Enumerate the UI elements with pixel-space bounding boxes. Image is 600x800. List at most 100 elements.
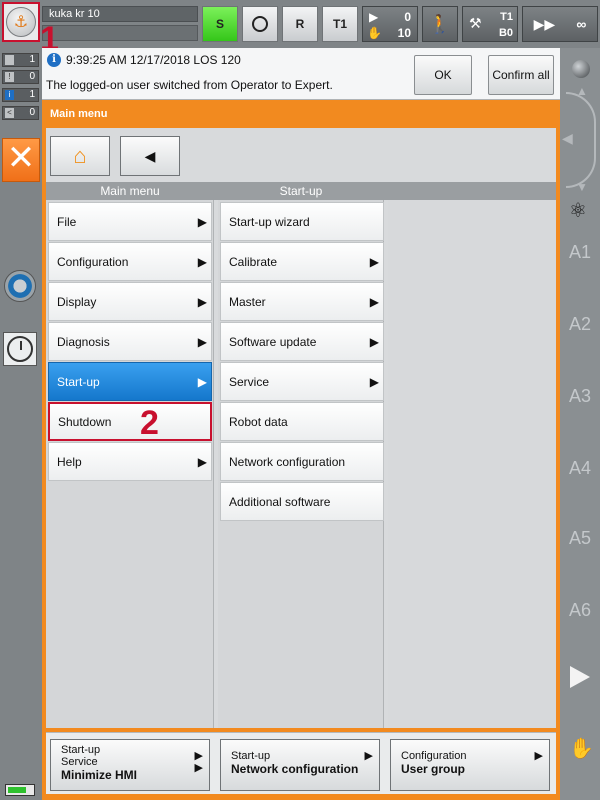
submenu-item-additional-software[interactable]: Additional software — [220, 482, 384, 521]
menu-item-shutdown[interactable]: Shutdown 2 — [48, 402, 212, 441]
message-counter-ack[interactable]: 1 — [2, 53, 39, 67]
submit-interpreter-button[interactable]: S — [202, 6, 238, 42]
axis-label-a5[interactable]: A5 — [560, 528, 600, 549]
jog-override-value: 10 — [397, 26, 411, 40]
message-counter-wait[interactable]: < 0 — [2, 106, 39, 120]
back-arrow-icon: ◀ — [144, 147, 156, 164]
menu-item-diagnosis[interactable]: Diagnosis ▶ — [48, 322, 212, 361]
softkey-minimize-hmi[interactable]: Start-up Service Minimize HMI ▶ ▶ — [50, 739, 210, 791]
ok-button[interactable]: OK — [414, 55, 472, 95]
axis-label-a2[interactable]: A2 — [560, 314, 600, 335]
override-infinity-label: ∞ — [576, 16, 587, 32]
chevron-right-icon: ▶ — [534, 750, 543, 762]
axis-label-a6[interactable]: A6 — [560, 600, 600, 621]
program-override-value: 0 — [404, 10, 411, 24]
submenu-item-label: Robot data — [229, 414, 288, 429]
chevron-right-icon: ▶ ▶ — [194, 750, 203, 774]
softkey-path-label: Service — [61, 756, 98, 768]
wait-message-icon: < — [5, 108, 14, 118]
hand-icon[interactable]: ✋ — [569, 736, 594, 761]
menu-item-label: Diagnosis — [57, 334, 110, 349]
softkey-network-configuration[interactable]: Start-up Network configuration ▶ — [220, 739, 380, 791]
home-button[interactable]: ⌂ — [50, 136, 110, 176]
info-message-icon: i — [5, 90, 14, 100]
close-icon: ✕ — [6, 139, 36, 177]
axis-label-a3[interactable]: A3 — [560, 386, 600, 407]
submenu-item-service[interactable]: Service ▶ — [220, 362, 384, 401]
program-override-button[interactable]: ▶ ✋ 0 10 — [362, 6, 418, 42]
chevron-up-icon: ▲ — [576, 84, 588, 98]
drives-circle-icon — [252, 16, 268, 32]
submenu-item-network-configuration[interactable]: Network configuration — [220, 442, 384, 481]
axis-label-a4[interactable]: A4 — [560, 458, 600, 479]
chevron-right-icon: ▶ — [197, 295, 207, 309]
close-menu-button[interactable]: ✕ — [2, 138, 40, 182]
softkey-bar: Start-up Service Minimize HMI ▶ ▶ Start-u… — [46, 732, 556, 794]
message-text: The logged-on user switched from Operato… — [46, 78, 333, 92]
info-icon: i — [47, 53, 61, 67]
battery-icon — [5, 784, 35, 796]
home-icon: ⌂ — [73, 143, 87, 168]
clock-button[interactable] — [3, 332, 37, 366]
jog-mode-button[interactable]: 🚶 — [422, 6, 458, 42]
top-status-bar: ⚓ kuka kr 10 S R T1 ▶ ✋ 0 10 🚶 ⚒ T1 B0 ▶… — [0, 0, 600, 56]
softkey-action-label: Network configuration — [231, 762, 359, 776]
softkey-path-label: Start-up — [231, 750, 271, 762]
message-counter-info[interactable]: i 1 — [2, 88, 39, 102]
submenu-item-robot-data[interactable]: Robot data — [220, 402, 384, 441]
callout-number-2: 2 — [140, 404, 159, 442]
robot-arm-icon[interactable]: ⚛ — [569, 198, 587, 223]
chevron-right-icon: ▶ — [369, 255, 379, 269]
ack-message-icon — [5, 55, 14, 65]
submenu-item-software-update[interactable]: Software update ▶ — [220, 322, 384, 361]
tool-base-button[interactable]: ⚒ T1 B0 — [462, 6, 518, 42]
robot-status-field — [42, 25, 198, 41]
chevron-right-icon: ▶ — [197, 375, 207, 389]
back-button[interactable]: ◀ — [120, 136, 180, 176]
chevron-right-icon: ▶ — [364, 750, 373, 762]
menu-item-help[interactable]: Help ▶ — [48, 442, 212, 481]
base-label: B0 — [498, 27, 513, 39]
operating-mode-button[interactable]: T1 — [322, 6, 358, 42]
submenu-item-label: Network configuration — [229, 454, 346, 469]
chevron-right-icon: ▶ — [369, 295, 379, 309]
submenu-item-startup-wizard[interactable]: Start-up wizard — [220, 202, 384, 241]
softkey-action-label: Minimize HMI — [61, 768, 138, 782]
gear-icon[interactable] — [4, 270, 36, 302]
submenu-item-master[interactable]: Master ▶ — [220, 282, 384, 321]
softkey-user-group[interactable]: Configuration User group ▶ — [390, 739, 550, 791]
globe-icon[interactable] — [572, 60, 590, 78]
panel-title: Main menu — [50, 108, 108, 120]
kuka-robot-logo-icon: ⚓ — [6, 7, 36, 37]
submenu-item-label: Additional software — [229, 494, 331, 509]
main-menu-logo-button[interactable]: ⚓ — [2, 2, 40, 42]
chevron-right-icon: ▶ — [369, 335, 379, 349]
axis-label-a1[interactable]: A1 — [560, 242, 600, 263]
confirm-all-button[interactable]: Confirm all — [488, 55, 554, 95]
robot-interpreter-button[interactable]: R — [282, 6, 318, 42]
tool-icon: ⚒ — [469, 15, 482, 31]
message-counter-value: 1 — [29, 89, 35, 100]
status-message-icon: ! — [5, 72, 14, 82]
chevron-right-icon: ▶ — [197, 255, 207, 269]
drives-status-button[interactable] — [242, 6, 278, 42]
chevron-right-icon: ▶ — [197, 215, 207, 229]
menu-item-display[interactable]: Display ▶ — [48, 282, 212, 321]
message-counter-status[interactable]: ! 0 — [2, 70, 39, 84]
fast-forward-icon: ▶▶ — [533, 15, 556, 32]
submenu-item-label: Service — [229, 374, 270, 389]
message-counter-value: 0 — [29, 107, 35, 118]
softkey-path-label: Configuration — [401, 750, 467, 762]
submenu-item-label: Software update — [229, 334, 317, 349]
incremental-jog-button[interactable]: ▶▶ ∞ — [522, 6, 598, 42]
menu-item-file[interactable]: File ▶ — [48, 202, 212, 241]
menu-item-startup[interactable]: Start-up ▶ — [48, 362, 212, 401]
menu-item-label: File — [57, 214, 77, 229]
menu-item-label: Display — [57, 294, 97, 309]
robot-name-field[interactable]: kuka kr 10 — [42, 6, 198, 22]
main-menu-panel: Main menu ⌂ ◀ Main menu Start-up File ▶ … — [42, 100, 560, 800]
menu-item-configuration[interactable]: Configuration ▶ — [48, 242, 212, 281]
play-icon[interactable] — [570, 666, 590, 688]
chevron-left-icon: ◀ — [562, 130, 573, 146]
submenu-item-calibrate[interactable]: Calibrate ▶ — [220, 242, 384, 281]
